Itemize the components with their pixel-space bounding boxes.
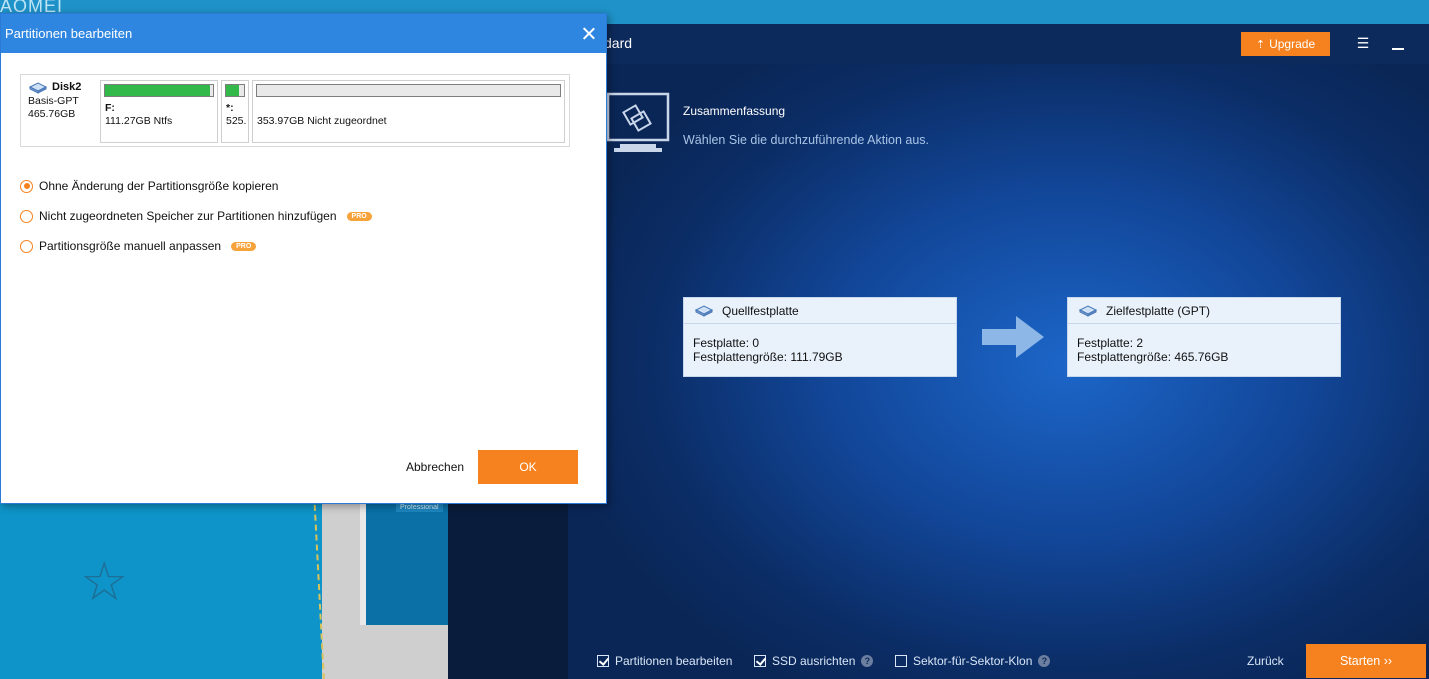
target-disk-number: Festplatte: 2 xyxy=(1077,336,1144,350)
partition-detail: 111.27GB Ntfs xyxy=(105,115,173,127)
app-title: dard xyxy=(604,35,633,51)
partition-detail: 353.97GB Nicht zugeordnet xyxy=(257,115,387,127)
partition-detail: 525. xyxy=(226,115,247,127)
checkbox-unchecked-icon xyxy=(895,655,907,667)
partition-block[interactable]: F: 111.27GB Ntfs xyxy=(100,80,218,143)
target-disk-size: Festplattengröße: 465.76GB xyxy=(1077,350,1229,364)
target-disk-header: Zielfestplatte (GPT) xyxy=(1068,298,1340,324)
background-dark-strip xyxy=(448,495,568,679)
radio-icon xyxy=(20,239,33,253)
option-copy-without-resize[interactable]: Ohne Änderung der Partitionsgröße kopier… xyxy=(20,179,278,193)
checkbox-checked-icon xyxy=(597,655,609,667)
back-button[interactable]: Zurück xyxy=(1247,654,1284,668)
partition-usage-bar xyxy=(226,85,239,96)
partition-usage-bar xyxy=(105,85,210,96)
radio-icon xyxy=(20,179,33,193)
option-label: Partitionsgröße manuell anpassen xyxy=(39,239,222,253)
target-disk-card[interactable]: Zielfestplatte (GPT) Festplatte: 2 Festp… xyxy=(1067,297,1341,377)
star-icon: ☆ xyxy=(80,552,129,612)
disk-name: Disk2 xyxy=(52,81,82,93)
unallocated-partition-block[interactable]: 353.97GB Nicht zugeordnet xyxy=(252,80,565,143)
disk-type: Basis-GPT xyxy=(28,95,79,107)
close-icon[interactable] xyxy=(579,24,599,44)
minimize-icon[interactable] xyxy=(1389,34,1407,52)
background-promo-panel: Professional xyxy=(0,495,448,679)
hard-disk-icon xyxy=(1078,304,1098,317)
hard-disk-icon xyxy=(694,304,714,317)
option-label: Nicht zugeordneten Speicher zur Partitio… xyxy=(39,209,337,223)
app-titlebar: dard ⇡ Upgrade ☰ xyxy=(568,24,1429,64)
source-disk-title: Quellfestplatte xyxy=(722,303,799,318)
sector-clone-label: Sektor-für-Sektor-Klon xyxy=(913,654,1033,668)
product-box-image xyxy=(360,495,448,625)
option-add-unallocated-space[interactable]: Nicht zugeordneten Speicher zur Partitio… xyxy=(20,209,372,223)
product-box-label: Professional xyxy=(396,503,443,512)
source-disk-card[interactable]: Quellfestplatte Festplatte: 0 Festplatte… xyxy=(683,297,957,377)
right-arrow-icon xyxy=(982,316,1044,358)
edit-partitions-dialog: Partitionen bearbeiten Disk2 Basis-GPT 4… xyxy=(0,13,607,504)
app-window: dard ⇡ Upgrade ☰ Zusammenfassung Wählen … xyxy=(568,24,1429,679)
summary-subtitle: Wählen Sie die durchzuführende Aktion au… xyxy=(683,133,929,147)
monitor-icon xyxy=(606,92,670,152)
disk-size: 465.76GB xyxy=(28,108,76,120)
dialog-title: Partitionen bearbeiten xyxy=(5,26,133,41)
sector-clone-checkbox[interactable]: Sektor-für-Sektor-Klon ? xyxy=(895,654,1051,668)
partition-block[interactable]: *: 525. xyxy=(221,80,249,143)
summary-title: Zusammenfassung xyxy=(683,104,786,118)
upgrade-button[interactable]: ⇡ Upgrade xyxy=(1241,32,1330,56)
source-disk-size: Festplattengröße: 111.79GB xyxy=(693,350,843,364)
radio-icon xyxy=(20,209,33,223)
pro-badge: PRO xyxy=(346,211,372,221)
partition-letter: F: xyxy=(105,102,115,114)
hard-disk-icon xyxy=(28,81,48,94)
dialog-titlebar: Partitionen bearbeiten xyxy=(1,14,606,53)
ssd-align-checkbox[interactable]: SSD ausrichten ? xyxy=(754,654,874,668)
pro-badge: PRO xyxy=(231,241,257,251)
source-disk-header: Quellfestplatte xyxy=(684,298,956,324)
edit-partitions-label: Partitionen bearbeiten xyxy=(615,654,733,668)
partition-letter: *: xyxy=(226,102,234,114)
target-disk-title: Zielfestplatte (GPT) xyxy=(1106,303,1211,318)
ssd-align-label: SSD ausrichten xyxy=(772,654,856,668)
ok-button[interactable]: OK xyxy=(478,450,578,484)
option-manual-resize[interactable]: Partitionsgröße manuell anpassen PRO xyxy=(20,239,257,253)
checkbox-checked-icon xyxy=(754,655,766,667)
start-button[interactable]: Starten ›› xyxy=(1306,644,1426,678)
cancel-button[interactable]: Abbrechen xyxy=(406,460,464,474)
menu-icon[interactable]: ☰ xyxy=(1355,35,1371,51)
disk-map: Disk2 Basis-GPT 465.76GB F: 111.27GB Ntf… xyxy=(20,74,570,147)
help-icon[interactable]: ? xyxy=(1038,655,1051,667)
upgrade-arrow-icon: ⇡ xyxy=(1255,38,1266,51)
edit-partitions-checkbox[interactable]: Partitionen bearbeiten xyxy=(597,654,732,668)
disk-info: Disk2 Basis-GPT 465.76GB xyxy=(28,81,81,121)
option-label: Ohne Änderung der Partitionsgröße kopier… xyxy=(39,179,279,193)
help-icon[interactable]: ? xyxy=(861,655,874,667)
source-disk-number: Festplatte: 0 xyxy=(693,336,760,350)
upgrade-label: Upgrade xyxy=(1269,37,1316,51)
